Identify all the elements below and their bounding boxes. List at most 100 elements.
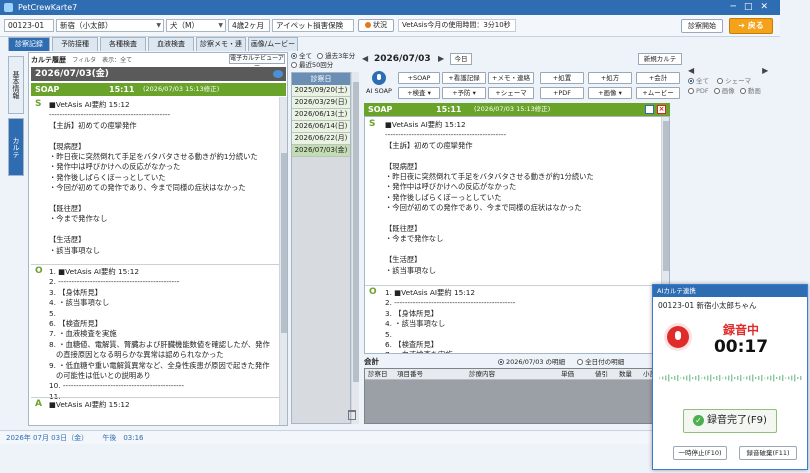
waveform-bar [659, 377, 661, 379]
o-section-letter: O [369, 287, 377, 297]
side-opt-pdf: PDF [696, 87, 709, 95]
waveform-bar [740, 375, 742, 381]
accounting-title: 会計 [364, 357, 379, 366]
scroll-thumb[interactable] [353, 82, 359, 382]
history-filter[interactable]: フィルタ 表示：全て [72, 57, 132, 64]
date-row[interactable]: 2026/06/13(土) [292, 109, 350, 121]
tab-blood-test[interactable]: 血液検査 [148, 37, 194, 51]
waveform-bar [764, 377, 766, 379]
patient-name-select[interactable]: 新宿（小太郎） ▼ [56, 19, 164, 32]
radio-icon[interactable] [713, 88, 720, 94]
history-o-text: 1. ■VetAsis AI要約 15:12 2. --------------… [49, 267, 270, 401]
radio-icon[interactable] [717, 78, 724, 84]
ai-soap-button[interactable]: AI SOAP [364, 70, 394, 100]
tab-records[interactable]: 診察記録 [8, 37, 50, 51]
pencil-icon[interactable] [645, 105, 654, 114]
prev-date-icon[interactable]: ◀ [362, 54, 368, 63]
window-controls[interactable]: ─□✕ [731, 0, 776, 15]
radio-icon[interactable] [688, 78, 694, 84]
date-row[interactable]: 2026/03/29(日) [292, 97, 350, 109]
radio-icon[interactable] [577, 359, 584, 365]
add-exam-button[interactable]: +検査 ▾ [398, 87, 440, 99]
date-column: 全て 過去3年分 最近50回分 診察日 2025/09/20(土) 2026/0… [291, 52, 359, 426]
side-tab-basic-info[interactable]: 基本情報 [8, 56, 24, 114]
new-karte-button[interactable]: 新規カルテ [638, 53, 682, 65]
tab-vaccination[interactable]: 予防接種 [52, 37, 98, 51]
status-time: 午後 03:16 [102, 434, 144, 442]
tab-images[interactable]: 画像/ムービー [248, 37, 298, 51]
add-soap-button[interactable]: +SOAP [398, 72, 440, 84]
side-opt-schema: シェーマ [725, 77, 752, 85]
acc-opt-today: 2026/07/03 の明細 [506, 358, 566, 366]
date-row[interactable]: 2026/06/22(月) [292, 133, 350, 145]
next-date-icon[interactable]: ▶ [438, 54, 444, 63]
add-accounting-button[interactable]: +会計 [636, 72, 680, 84]
waveform-bar [797, 377, 799, 379]
add-image-button[interactable]: +画像 ▾ [588, 87, 632, 99]
history-scrollbar[interactable] [279, 97, 287, 425]
waveform-bar [752, 374, 754, 382]
waveform-bar [734, 377, 736, 379]
date-row[interactable]: 2026/06/14(日) [292, 121, 350, 133]
history-a-text: ■VetAsis AI要約 15:12 [49, 400, 130, 409]
date-scrollbar[interactable] [351, 72, 359, 424]
waveform-bar [668, 374, 670, 382]
add-treatment-button[interactable]: +処置 [540, 72, 584, 84]
add-prevention-button[interactable]: +予防 ▾ [442, 87, 486, 99]
add-schema-button[interactable]: +シェーマ [488, 87, 534, 99]
status-dot-icon [365, 22, 371, 28]
prev-icon[interactable]: ◀ [688, 66, 694, 75]
add-movie-button[interactable]: +ムービー [636, 87, 680, 99]
acc-opt-all: 全日付の明細 [585, 358, 625, 366]
recording-mic-icon [664, 323, 692, 351]
divider [31, 397, 279, 398]
recording-label: 録音中 [722, 323, 759, 337]
scroll-thumb[interactable] [281, 153, 287, 333]
add-nursing-button[interactable]: +看護記録 [442, 72, 486, 84]
date-row-selected[interactable]: 2026/07/03(金) [292, 145, 350, 157]
start-exam-button[interactable]: 診察開始 [681, 19, 723, 33]
history-panel: カルテ履歴 フィルタ 表示：全て 電子カルテビューアー 2026/07/03(金… [28, 52, 288, 426]
waveform-bar [767, 376, 769, 380]
radio-icon[interactable] [688, 88, 694, 94]
history-soap-bar: SOAP 15:11 (2026/07/03 15:13修正) [31, 83, 286, 96]
eye-icon[interactable] [273, 70, 283, 78]
s-section-letter: S [35, 99, 42, 109]
pause-button[interactable]: 一時停止(F10) [673, 446, 727, 460]
add-prescription-button[interactable]: +処方 [588, 72, 632, 84]
radio-icon[interactable] [498, 359, 504, 365]
radio-icon[interactable] [291, 53, 297, 59]
radio-icon[interactable] [317, 53, 324, 59]
species-select[interactable]: 犬（M） ▼ [166, 19, 226, 32]
accounting-header: 診察日 項目番号 診療内容 単価 値引 数量 小計 [365, 369, 663, 380]
title-bar: PetCrewKarte7 ─□✕ [0, 0, 780, 15]
patient-id-field[interactable]: 00123-01 [4, 19, 54, 32]
radio-icon[interactable] [291, 62, 297, 68]
add-pdf-button[interactable]: +PDF [540, 87, 584, 99]
date-row[interactable]: 2025/09/20(土) [292, 85, 350, 97]
waveform-bar [671, 377, 673, 379]
a-section-letter: A [35, 399, 42, 409]
radio-icon[interactable] [739, 88, 746, 94]
add-memo-button[interactable]: +メモ・連絡 [488, 72, 534, 84]
close-icon[interactable]: × [657, 105, 666, 114]
back-button[interactable]: ➜ 戻る [729, 18, 773, 34]
waveform-bar [725, 376, 727, 380]
tab-memo[interactable]: 診察メモ・連絡 [196, 37, 246, 61]
editor-body[interactable]: S ■VetAsis AI要約 15:12 ------------------… [364, 116, 670, 354]
tab-exams[interactable]: 各種検査 [100, 37, 146, 51]
next-icon[interactable]: ▶ [762, 66, 768, 75]
add-exam-label: +検査 [407, 89, 426, 97]
today-button[interactable]: 今日 [450, 53, 472, 65]
discard-button[interactable]: 録音破棄(F11) [739, 446, 797, 460]
side-tab-karte[interactable]: カルテ [8, 118, 24, 176]
status-button[interactable]: 状況 [358, 19, 394, 32]
finish-recording-button[interactable]: ✓ 録音完了(F9) [683, 409, 777, 433]
species-value: 犬（M） [170, 21, 199, 30]
viewer-button[interactable]: 電子カルテビューアー [229, 54, 285, 70]
waveform-bar [749, 375, 751, 381]
trash-icon[interactable] [348, 410, 356, 420]
scroll-thumb[interactable] [663, 121, 669, 271]
accounting-table[interactable]: 診察日 項目番号 診療内容 単価 値引 数量 小計 [364, 368, 664, 424]
waveform-bar [677, 375, 679, 381]
